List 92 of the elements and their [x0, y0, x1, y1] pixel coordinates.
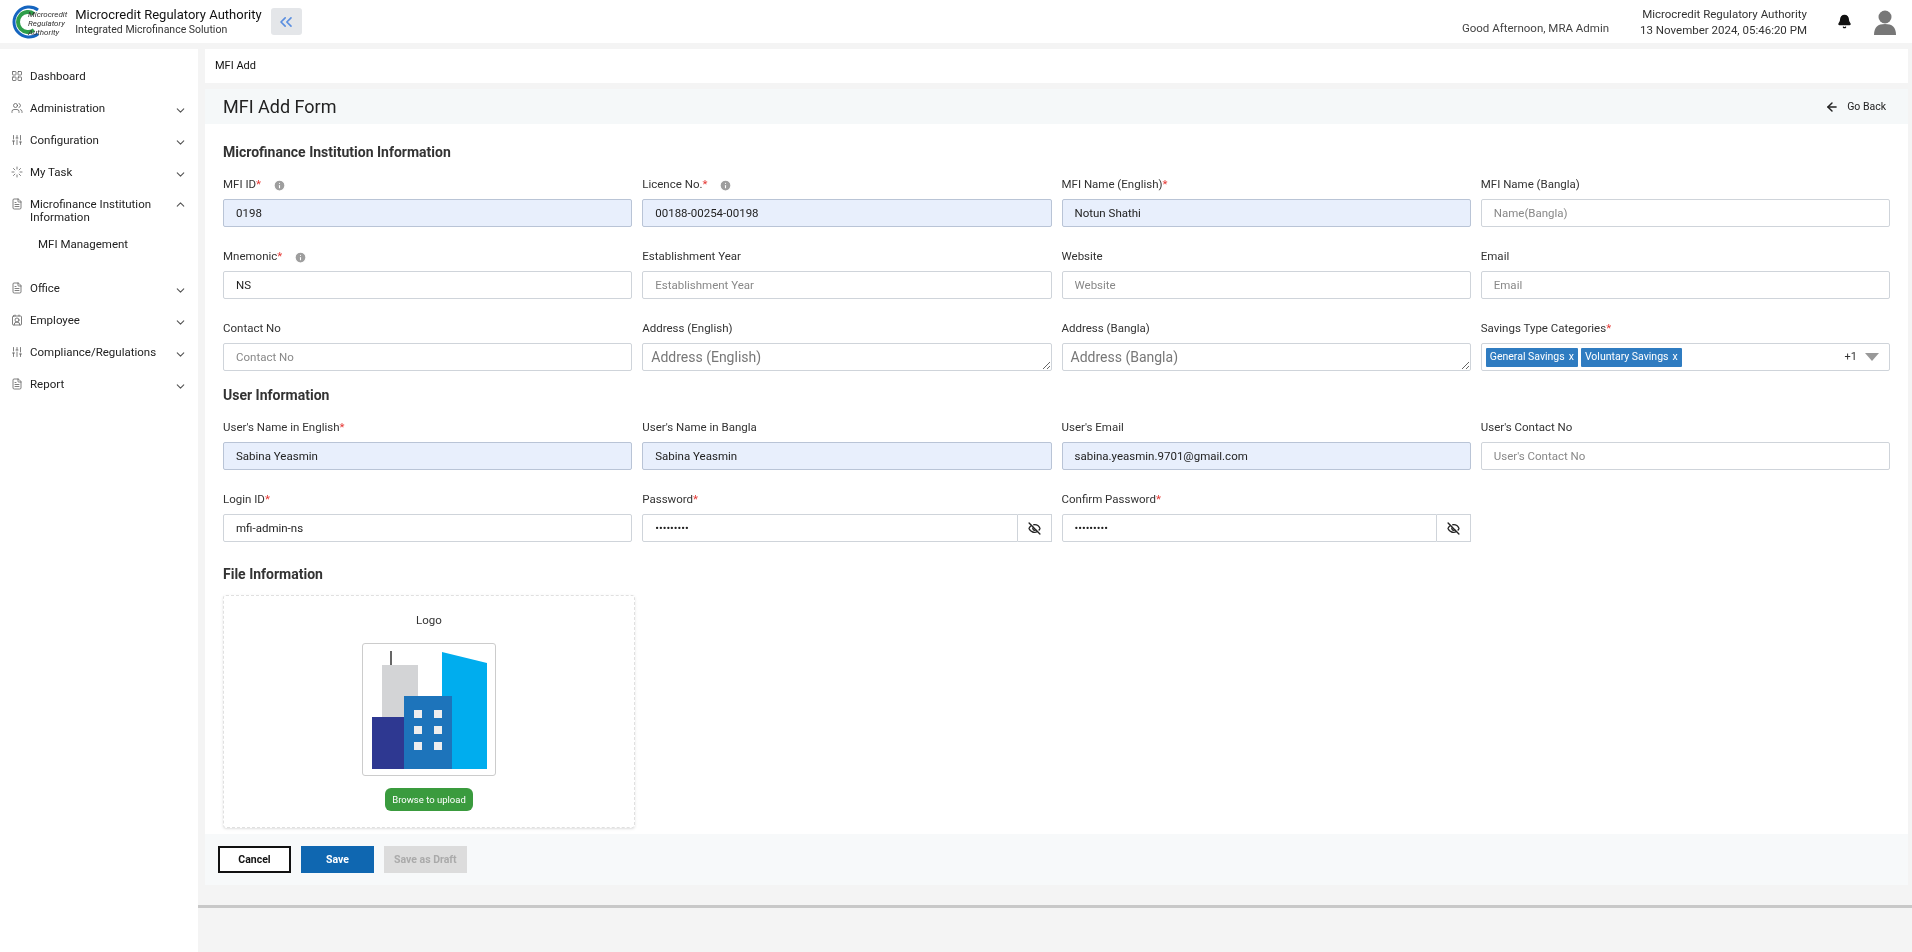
remove-tag-button[interactable]: x: [1672, 349, 1678, 365]
field-label: Licence No.*: [642, 176, 708, 194]
sidebar-label: My Task: [30, 165, 73, 179]
field-label: Contact No: [223, 320, 281, 338]
sidebar-item[interactable]: My Task: [0, 157, 198, 189]
grid-icon: [11, 70, 23, 82]
field-label: User's Name in English*: [223, 419, 345, 437]
sidebar-label: Office: [30, 281, 60, 296]
field-label: MFI Name (Bangla): [1480, 176, 1580, 194]
field-label: User's Name in Bangla: [642, 419, 757, 437]
sidebar-item[interactable]: Compliance/Regulations: [0, 337, 198, 370]
tag-label: General Savings: [1489, 349, 1565, 365]
sliders-icon: [11, 346, 23, 359]
sidebar-item[interactable]: Administration: [0, 93, 198, 125]
section-heading: User Information: [223, 386, 331, 405]
sidebar-item[interactable]: Report: [0, 369, 198, 402]
field-label: User's Email: [1061, 419, 1124, 437]
input-field[interactable]: Website: [1061, 271, 1471, 299]
sidebar-label: Configuration: [30, 133, 99, 147]
notification-bell-icon[interactable]: [1837, 14, 1852, 29]
eye-slash-icon: [1027, 521, 1041, 535]
input-field[interactable]: Contact No: [223, 343, 633, 371]
sidebar-item[interactable]: Configuration: [0, 125, 198, 157]
field-label: User's Contact No: [1480, 419, 1573, 437]
app-title: Microcredit Regulatory Authority: [75, 6, 262, 23]
collapse-sidebar-button[interactable]: [270, 8, 302, 35]
field-label: Website: [1061, 248, 1103, 266]
loader-icon: [11, 166, 23, 178]
tag-label: Voluntary Savings: [1584, 349, 1669, 365]
field-label: Address (Bangla): [1061, 320, 1150, 338]
sidebar-label: Dashboard: [30, 69, 86, 83]
remove-tag-button[interactable]: x: [1568, 349, 1574, 365]
document-icon: [11, 198, 23, 210]
greeting-text: Good Afternoon, MRA Admin: [1461, 19, 1610, 37]
input-field[interactable]: NS: [223, 271, 633, 299]
go-back-link[interactable]: Go Back: [1825, 98, 1886, 115]
org-name: Microcredit Regulatory Authority: [1642, 5, 1807, 22]
input-field[interactable]: User's Contact No: [1480, 442, 1890, 470]
toggle-visibility-button[interactable]: [1017, 514, 1052, 542]
info-icon[interactable]: [294, 250, 308, 264]
sliders-icon: [11, 134, 23, 146]
action-button[interactable]: Cancel: [218, 846, 291, 873]
password-field[interactable]: •••••••••: [1061, 514, 1437, 542]
arrow-left-icon: [1825, 99, 1840, 114]
input-field[interactable]: Name(Bangla): [1480, 199, 1890, 227]
sidebar-item[interactable]: Employee: [0, 305, 198, 338]
contact-card-icon: [11, 314, 23, 327]
eye-slash-icon: [1446, 521, 1460, 535]
sidebar-item[interactable]: Dashboard: [0, 61, 198, 93]
page-title: MFI Add Form: [223, 95, 337, 119]
multi-select[interactable]: General Savings x Voluntary Savings x +1: [1480, 343, 1890, 371]
sidebar-label: Administration: [30, 101, 106, 115]
field-label: Establishment Year: [642, 248, 741, 266]
app-subtitle: Integrated Microfinance Solution: [75, 23, 229, 37]
sidebar-label: Employee: [30, 313, 80, 328]
sidebar-label: Microfinance Institution Information: [30, 197, 152, 224]
field-label: Mnemonic*: [223, 248, 283, 266]
more-count: +1: [1844, 348, 1857, 365]
upload-title: Logo: [416, 612, 442, 629]
password-field[interactable]: •••••••••: [642, 514, 1018, 542]
action-button[interactable]: Save: [301, 846, 374, 873]
sidebar-item[interactable]: Microfinance Institution Information: [0, 189, 198, 230]
field-label: Address (English): [642, 320, 733, 338]
date-time: 13 November 2024, 05:46:20 PM: [1640, 21, 1807, 38]
logo-text: Microcredit: [28, 10, 68, 19]
input-field[interactable]: Email: [1480, 271, 1890, 299]
avatar-icon[interactable]: [1874, 8, 1896, 35]
logo-text: Regulatory: [28, 19, 66, 28]
input-field[interactable]: mfi-admin-ns: [223, 514, 633, 542]
field-label: MFI ID*: [223, 176, 261, 194]
sidebar-subitem[interactable]: MFI Management: [0, 230, 198, 260]
users-icon: [11, 102, 23, 114]
field-label: Email: [1480, 248, 1510, 266]
text-area[interactable]: Address (Bangla): [1061, 343, 1471, 371]
breadcrumb[interactable]: MFI Add: [215, 57, 256, 75]
document-icon: [11, 378, 23, 391]
field-label: Password*: [642, 491, 698, 509]
field-label: Login ID*: [223, 491, 270, 509]
section-heading: File Information: [223, 565, 324, 584]
field-label: MFI Name (English)*: [1061, 176, 1168, 194]
sidebar-item[interactable]: Office: [0, 273, 198, 306]
text-area[interactable]: Address (English): [642, 343, 1052, 371]
section-heading: Microfinance Institution Information: [223, 143, 452, 162]
sidebar-label: Report: [30, 377, 65, 392]
field-label: Savings Type Categories*: [1480, 320, 1612, 338]
document-icon: [11, 282, 23, 295]
input-field[interactable]: Establishment Year: [642, 271, 1052, 299]
field-label: Confirm Password*: [1061, 491, 1161, 509]
sidebar-label: Compliance/Regulations: [30, 345, 157, 360]
caret-icon: [1865, 353, 1879, 361]
upload-button[interactable]: Browse to upload: [385, 788, 473, 812]
toggle-visibility-button[interactable]: [1436, 514, 1471, 542]
